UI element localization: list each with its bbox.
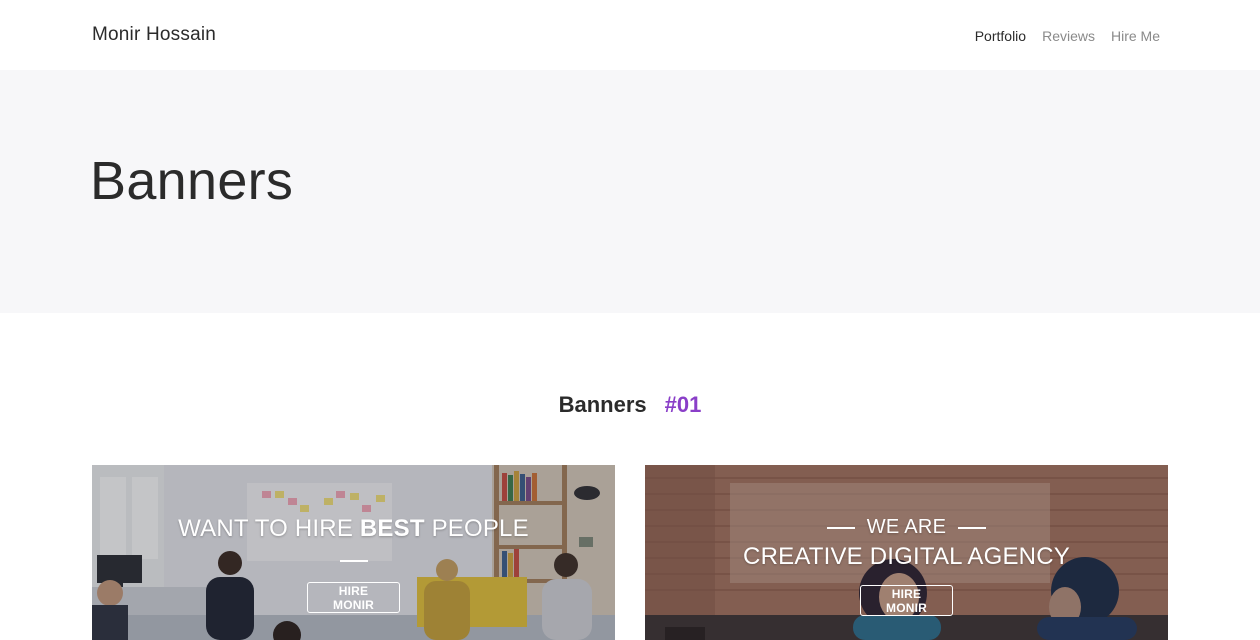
banner-1-headline: WANT TO HIRE BEST PEOPLE <box>92 515 615 543</box>
nav-link-reviews[interactable]: Reviews <box>1042 28 1095 44</box>
main-nav: Portfolio Reviews Hire Me <box>975 28 1160 46</box>
banner-1-headline-suffix: PEOPLE <box>424 515 529 542</box>
nav-item-portfolio: Portfolio <box>975 28 1026 46</box>
nav-item-hire-me: Hire Me <box>1111 28 1160 46</box>
page-title: Banners <box>90 151 294 211</box>
banner-2-headline: CREATIVE DIGITAL AGENCY <box>743 543 1070 570</box>
section-heading: Banners #01 <box>0 392 1260 418</box>
hire-monir-button[interactable]: HIRE MONIR <box>307 582 400 613</box>
banner-2-kicker-text: WE ARE <box>866 516 947 538</box>
section-number: #01 <box>664 392 702 417</box>
brand-link[interactable]: Monir Hossain <box>92 24 216 46</box>
navbar: Monir Hossain Portfolio Reviews Hire Me <box>0 0 1260 70</box>
kicker-dash-right <box>958 526 987 529</box>
photo-overlay <box>92 465 615 640</box>
banner-1-headline-prefix: WANT TO HIRE <box>178 515 360 542</box>
nav-item-reviews: Reviews <box>1042 28 1095 46</box>
headline-underline <box>340 560 368 562</box>
kicker-dash-left <box>826 526 855 529</box>
banner-card-2: WE ARE CREATIVE DIGITAL AGENCY HIRE MONI… <box>645 465 1168 640</box>
hero-section: Banners <box>0 70 1260 313</box>
hire-monir-button-2[interactable]: HIRE MONIR <box>860 585 953 616</box>
banner-2-kicker: WE ARE <box>645 516 1168 539</box>
banner-card-1: WANT TO HIRE BEST PEOPLE HIRE MONIR <box>92 465 615 640</box>
nav-link-hire-me[interactable]: Hire Me <box>1111 28 1160 44</box>
section-title-text: Banners <box>558 392 647 417</box>
nav-link-portfolio[interactable]: Portfolio <box>975 28 1026 44</box>
banner-1-headline-bold: BEST <box>359 515 425 542</box>
